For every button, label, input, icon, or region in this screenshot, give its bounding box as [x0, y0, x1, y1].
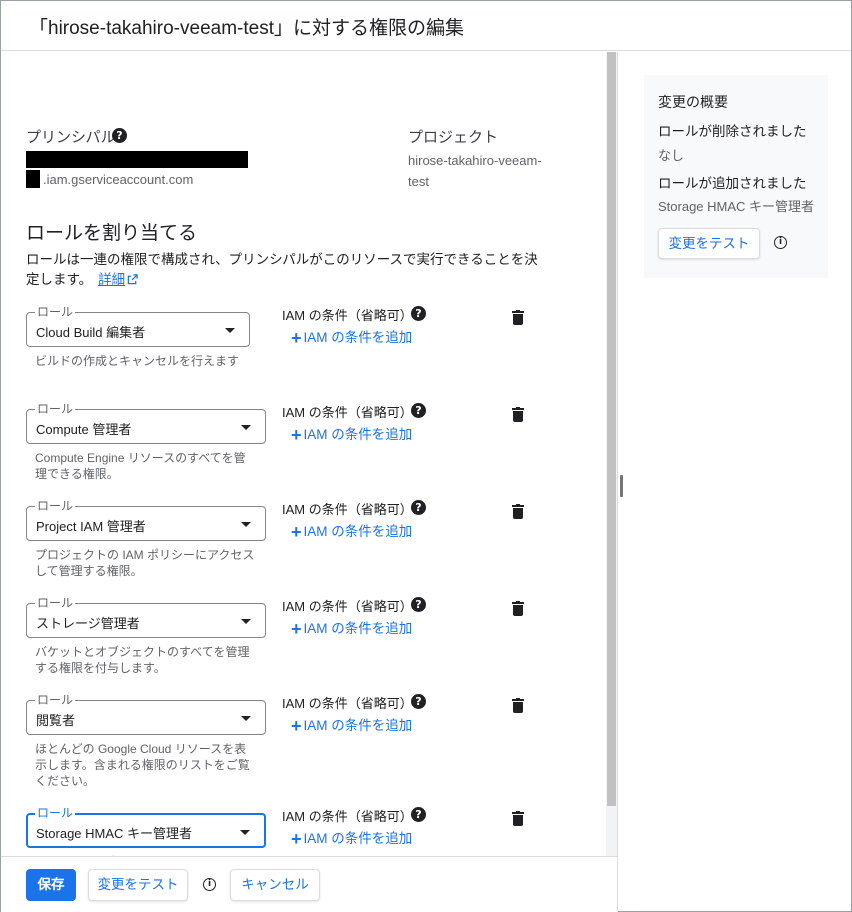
add-iam-condition-label: IAM の条件を追加	[303, 831, 413, 846]
iam-condition-label: IAM の条件（省略可）	[282, 405, 413, 420]
dropdown-arrow-icon	[241, 425, 251, 430]
iam-condition-help-icon[interactable]: ?	[411, 306, 426, 321]
plus-icon: +	[291, 619, 302, 639]
role-select[interactable]: ロールストレージ管理者	[26, 596, 266, 638]
project-id: hirose-takahiro-veeam-test	[408, 153, 542, 189]
role-description: バケットとオブジェクトのすべてを管理する権限を付与します。	[35, 645, 250, 675]
delete-role-icon[interactable]	[512, 407, 524, 422]
iam-condition-help-icon[interactable]: ?	[411, 807, 426, 822]
project-label: プロジェクト	[408, 129, 499, 146]
iam-condition-help-icon[interactable]: ?	[411, 597, 426, 612]
plus-icon: +	[291, 328, 302, 348]
dropdown-arrow-icon	[225, 328, 235, 333]
role-description: ビルドの作成とキャンセルを行えます	[35, 354, 240, 368]
summary-test-changes-button[interactable]: 変更をテスト	[658, 228, 760, 259]
role-legend: ロール	[35, 693, 76, 707]
principal-help-icon[interactable]: ?	[112, 128, 127, 143]
principal-redacted	[26, 151, 248, 168]
add-iam-condition-button[interactable]: + IAM の条件を追加	[291, 520, 412, 543]
role-value: 閲覧者	[36, 713, 76, 728]
dialog-title: 「hirose-takahiro-veeam-test」に対する権限の編集	[29, 18, 464, 39]
assign-roles-title: ロールを割り当てる	[26, 223, 198, 244]
learn-more-link[interactable]: 詳細	[98, 272, 138, 287]
test-changes-button[interactable]: 変更をテスト	[88, 869, 188, 901]
roles-added-label: ロールが追加されました	[658, 176, 807, 191]
change-summary-panel: 変更の概要 ロールが削除されました なし ロールが追加されました Storage…	[644, 75, 828, 278]
resize-handle[interactable]	[620, 475, 623, 497]
role-description: ほとんどの Google Cloud リソースを表示します。含まれる権限のリスト…	[35, 742, 250, 788]
role-select[interactable]: ロール 閲覧者	[26, 693, 266, 735]
iam-condition-help-icon[interactable]: ?	[411, 403, 426, 418]
add-iam-condition-button[interactable]: + IAM の条件を追加	[291, 617, 412, 640]
add-iam-condition-label: IAM の条件を追加	[303, 718, 413, 733]
role-select[interactable]: ロール Project IAM 管理者	[26, 499, 266, 541]
plus-icon: +	[291, 522, 302, 542]
summary-title: 変更の概要	[658, 94, 728, 110]
iam-condition-help-icon[interactable]: ?	[411, 500, 426, 515]
delete-role-icon[interactable]	[512, 504, 524, 519]
cancel-button[interactable]: キャンセル	[230, 869, 320, 901]
add-iam-condition-label: IAM の条件を追加	[303, 330, 413, 345]
role-select[interactable]: ロール Storage HMAC キー管理者	[26, 806, 266, 848]
info-icon[interactable]: i	[774, 236, 787, 249]
dropdown-arrow-icon	[241, 716, 251, 721]
roles-removed-label: ロールが削除されました	[658, 124, 807, 139]
save-button[interactable]: 保存	[26, 869, 76, 901]
delete-role-icon[interactable]	[512, 698, 524, 713]
role-legend: ロール	[35, 305, 76, 319]
add-iam-condition-button[interactable]: + IAM の条件を追加	[291, 714, 412, 737]
dropdown-arrow-icon	[241, 522, 251, 527]
principal-redacted	[26, 170, 40, 188]
delete-role-icon[interactable]	[512, 601, 524, 616]
assign-roles-description: ロールは一連の権限で構成され、プリンシパルがこのリソースで実行できることを決定し…	[26, 250, 546, 290]
dialog-header: 「hirose-takahiro-veeam-test」に対する権限の編集	[1, 1, 851, 51]
plus-icon: +	[291, 716, 302, 736]
add-iam-condition-label: IAM の条件を追加	[303, 621, 413, 636]
role-select[interactable]: ロール Cloud Build 編集者	[26, 305, 250, 347]
add-iam-condition-button[interactable]: + IAM の条件を追加	[291, 326, 412, 349]
dropdown-arrow-icon	[241, 619, 251, 624]
role-value: Compute 管理者	[36, 422, 132, 437]
iam-condition-label: IAM の条件（省略可）	[282, 308, 413, 323]
roles-added-value: Storage HMAC キー管理者	[658, 199, 815, 214]
role-value: ストレージ管理者	[36, 616, 140, 631]
role-select[interactable]: ロール Compute 管理者	[26, 402, 266, 444]
role-description: Compute Engine リソースのすべてを管理できる権限。	[35, 451, 246, 481]
scrollbar-thumb[interactable]	[607, 52, 616, 806]
plus-icon: +	[291, 829, 302, 849]
iam-condition-label: IAM の条件（省略可）	[282, 809, 413, 824]
role-value: Cloud Build 編集者	[36, 325, 146, 340]
iam-condition-label: IAM の条件（省略可）	[282, 696, 413, 711]
role-legend: ロール	[35, 596, 76, 610]
delete-role-icon[interactable]	[512, 310, 524, 325]
plus-icon: +	[291, 425, 302, 445]
principal-email: .iam.gserviceaccount.com	[43, 172, 194, 187]
roles-removed-value: なし	[658, 148, 685, 163]
pane-divider	[617, 52, 618, 912]
add-iam-condition-label: IAM の条件を追加	[303, 524, 413, 539]
delete-role-icon[interactable]	[512, 811, 524, 826]
role-value: Storage HMAC キー管理者	[36, 826, 193, 841]
add-iam-condition-button[interactable]: + IAM の条件を追加	[291, 423, 412, 446]
edit-form: プリンシパル ? .iam.gserviceaccount.com プロジェクト…	[1, 52, 605, 856]
role-description: プロジェクトの IAM ポリシーにアクセスして管理する権限。	[35, 548, 255, 578]
iam-condition-label: IAM の条件（省略可）	[282, 502, 413, 517]
role-legend: ロール	[35, 402, 76, 416]
learn-more-label: 詳細	[98, 272, 126, 287]
edit-permissions-dialog: 「hirose-takahiro-veeam-test」に対する権限の編集 プリ…	[0, 0, 852, 912]
add-iam-condition-button[interactable]: + IAM の条件を追加	[291, 827, 412, 850]
external-link-icon	[127, 274, 138, 285]
role-value: Project IAM 管理者	[36, 519, 146, 534]
add-iam-condition-label: IAM の条件を追加	[303, 427, 413, 442]
iam-condition-help-icon[interactable]: ?	[411, 694, 426, 709]
info-icon[interactable]: i	[203, 878, 216, 891]
role-legend: ロール	[35, 806, 76, 820]
principal-label: プリンシパル	[26, 129, 116, 146]
dialog-footer: 保存 変更をテスト i キャンセル	[1, 856, 617, 912]
role-legend: ロール	[35, 499, 76, 513]
dropdown-arrow-icon	[240, 830, 250, 835]
iam-condition-label: IAM の条件（省略可）	[282, 599, 413, 614]
